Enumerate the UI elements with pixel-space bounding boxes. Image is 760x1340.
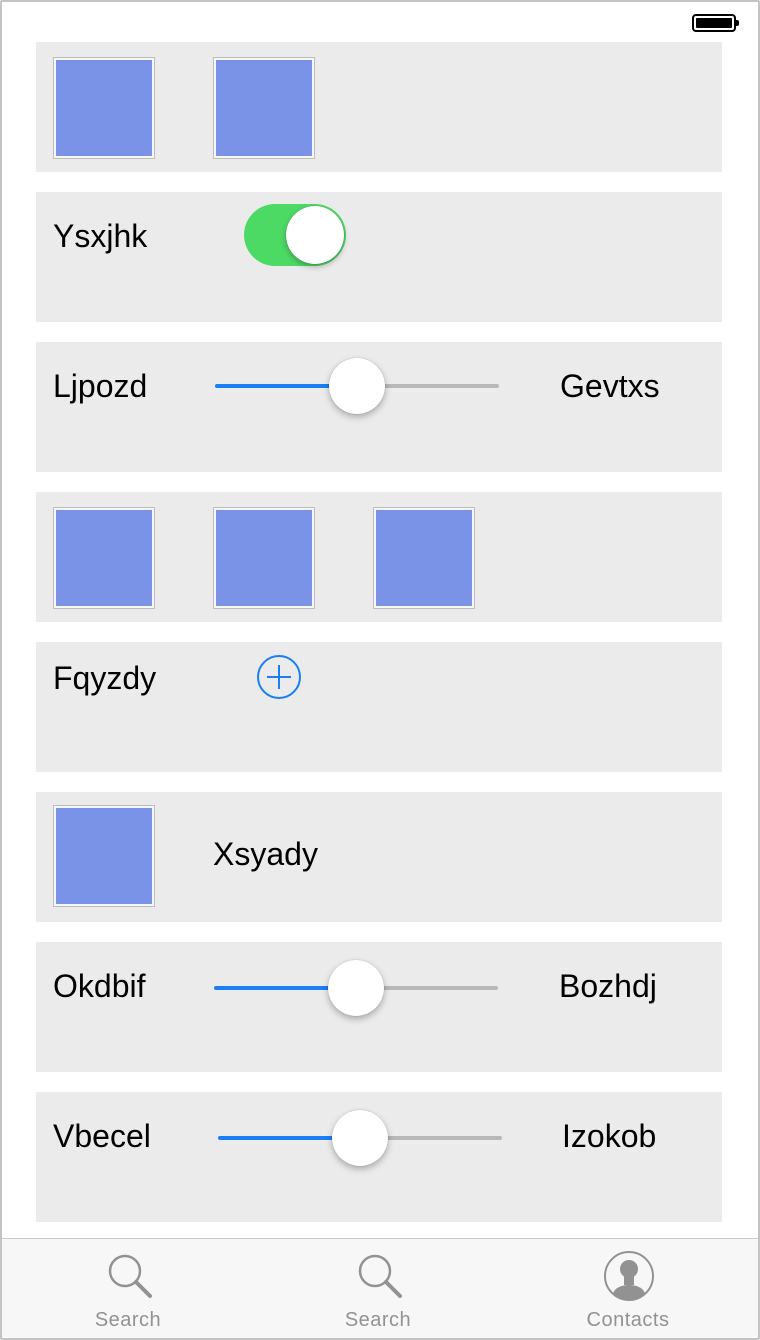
image-thumbnail[interactable]: [53, 57, 155, 159]
slider[interactable]: [214, 958, 498, 1018]
tab-contacts[interactable]: Contacts: [502, 1239, 754, 1338]
image-row-label: Xsyady: [213, 836, 318, 872]
slider-label: Ljpozd: [53, 368, 148, 404]
slider-end-label: Gevtxs: [560, 368, 660, 404]
image-thumbnail[interactable]: [373, 507, 475, 609]
slider-row-3: Vbecel Izokob: [36, 1092, 722, 1222]
toggle-switch[interactable]: [244, 204, 346, 266]
slider-row-1: Ljpozd Gevtxs: [36, 342, 722, 472]
slider-thumb[interactable]: [328, 960, 384, 1016]
image-row-1: [36, 42, 722, 172]
tab-search[interactable]: Search: [2, 1239, 254, 1338]
app-screen: Ysxjhk Ljpozd Gevtxs Fqyzdy Xsyady Okdbi…: [0, 0, 760, 1340]
slider-row-2: Okdbif Bozhdj: [36, 942, 722, 1072]
slider-end-label: Izokob: [562, 1118, 657, 1154]
tab-bar: Search Search Contacts: [2, 1238, 758, 1338]
tab-label: Search: [344, 1309, 412, 1331]
image-thumbnail[interactable]: [213, 507, 315, 609]
add-row-label: Fqyzdy: [53, 660, 157, 696]
slider-end-label: Bozhdj: [559, 968, 657, 1004]
image-thumbnail[interactable]: [213, 57, 315, 159]
slider-label: Okdbif: [53, 968, 146, 1004]
tab-label: Contacts: [586, 1309, 670, 1331]
search-icon: [358, 1254, 402, 1298]
slider[interactable]: [218, 1108, 502, 1168]
tab-search[interactable]: Search: [252, 1239, 504, 1338]
image-text-row: Xsyady: [36, 792, 722, 922]
add-icon[interactable]: [256, 654, 302, 700]
image-row-2: [36, 492, 722, 622]
slider-thumb[interactable]: [332, 1110, 388, 1166]
toggle-label: Ysxjhk: [53, 218, 148, 254]
tab-label: Search: [94, 1309, 162, 1331]
toggle-knob: [286, 206, 344, 264]
image-thumbnail[interactable]: [53, 507, 155, 609]
image-thumbnail[interactable]: [53, 805, 155, 907]
search-icon: [108, 1254, 152, 1298]
slider-label: Vbecel: [53, 1118, 151, 1154]
contacts-icon: [604, 1251, 654, 1301]
slider[interactable]: [215, 356, 499, 416]
battery-icon: [692, 14, 739, 32]
slider-thumb[interactable]: [329, 358, 385, 414]
toggle-row: Ysxjhk: [36, 192, 722, 322]
add-row: Fqyzdy: [36, 642, 722, 772]
